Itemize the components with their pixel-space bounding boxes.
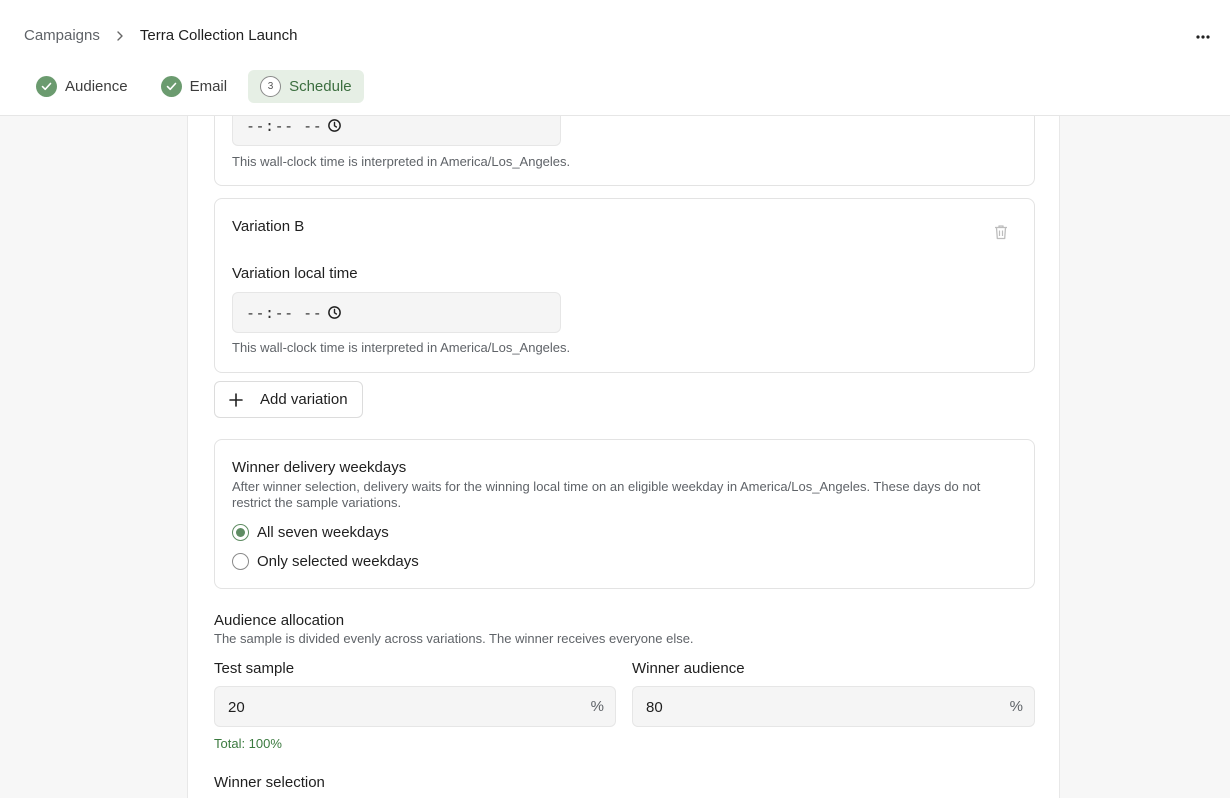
radio-label: Only selected weekdays xyxy=(257,553,419,570)
top-bar: Campaigns Terra Collection Launch Audien… xyxy=(0,0,1230,116)
breadcrumb-current: Terra Collection Launch xyxy=(139,27,298,44)
variation-b-title: Variation B xyxy=(232,218,305,235)
step-audience[interactable]: Audience xyxy=(24,70,140,103)
more-options-button[interactable] xyxy=(1192,26,1214,48)
check-icon xyxy=(160,76,182,97)
radio-all-weekdays[interactable]: All seven weekdays xyxy=(232,524,389,541)
variation-b-time-label: Variation local time xyxy=(232,265,358,282)
radio-selected-weekdays[interactable]: Only selected weekdays xyxy=(232,553,419,570)
allocation-description: The sample is divided evenly across vari… xyxy=(214,631,694,646)
variation-b-hint: This wall-clock time is interpreted in A… xyxy=(232,340,571,355)
step-email[interactable]: Email xyxy=(149,70,240,103)
percent-unit: % xyxy=(1009,698,1023,715)
allocation-title: Audience allocation xyxy=(214,612,345,629)
step-schedule[interactable]: 3 Schedule xyxy=(248,70,364,103)
weekdays-description-line2: restrict the sample variations. xyxy=(232,495,402,510)
step-tabs: Audience Email 3 Schedule xyxy=(24,70,373,103)
time-placeholder: --:-- -- xyxy=(246,117,323,135)
test-sample-input[interactable]: 20 % xyxy=(214,686,616,727)
plus-icon xyxy=(229,392,243,407)
variation-a-hint: This wall-clock time is interpreted in A… xyxy=(232,154,571,169)
winner-selection-label: Winner selection xyxy=(214,774,325,791)
check-icon xyxy=(36,76,57,97)
clock-icon[interactable] xyxy=(327,118,342,133)
ellipsis-icon xyxy=(1196,35,1210,39)
weekdays-title: Winner delivery weekdays xyxy=(232,459,407,476)
add-variation-button[interactable]: Add variation xyxy=(214,381,363,418)
schedule-content: --:-- -- This wall-clock time is interpr… xyxy=(187,0,1060,798)
step-number: 3 xyxy=(260,76,282,97)
time-placeholder: --:-- -- xyxy=(246,304,323,322)
trash-icon[interactable] xyxy=(992,223,1010,241)
test-sample-label: Test sample xyxy=(214,660,295,677)
chevron-right-icon xyxy=(100,30,140,41)
radio-unchecked[interactable] xyxy=(232,553,249,570)
winner-audience-input[interactable]: 80 % xyxy=(632,686,1035,727)
step-label: Email xyxy=(189,78,228,95)
radio-label: All seven weekdays xyxy=(257,524,389,541)
clock-icon[interactable] xyxy=(327,305,342,320)
winner-audience-value: 80 xyxy=(646,699,663,716)
breadcrumb: Campaigns Terra Collection Launch xyxy=(24,27,297,44)
step-label: Audience xyxy=(65,78,128,95)
allocation-total: Total: 100% xyxy=(214,736,282,751)
test-sample-value: 20 xyxy=(228,699,245,716)
weekdays-description-line1: After winner selection, delivery waits f… xyxy=(232,479,981,494)
add-variation-label: Add variation xyxy=(260,391,348,408)
winner-weekdays-card: Winner delivery weekdays After winner se… xyxy=(214,439,1035,589)
variation-b-card: Variation B Variation local time --:-- -… xyxy=(214,198,1035,373)
variation-b-time-input[interactable]: --:-- -- xyxy=(232,292,561,333)
percent-unit: % xyxy=(590,698,604,715)
radio-checked[interactable] xyxy=(232,524,249,541)
winner-audience-label: Winner audience xyxy=(632,660,745,677)
breadcrumb-campaigns-link[interactable]: Campaigns xyxy=(24,27,100,44)
step-label: Schedule xyxy=(289,78,352,95)
